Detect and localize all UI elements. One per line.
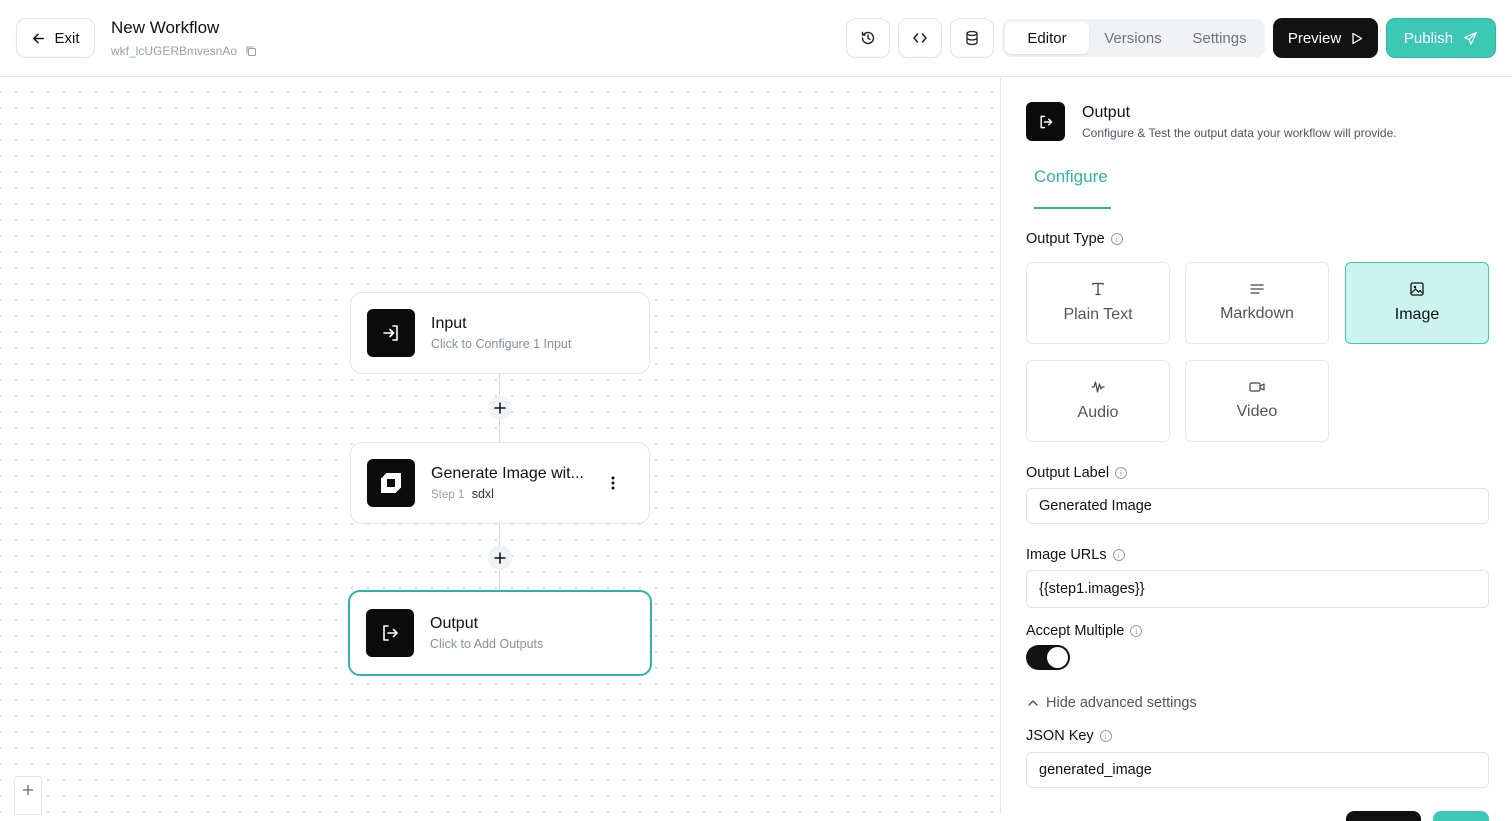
connector-line — [499, 570, 500, 592]
output-label-label: Output Label i — [1026, 465, 1128, 481]
node-title: Input — [431, 315, 467, 332]
accept-multiple-label-text: Accept Multiple — [1026, 623, 1125, 639]
info-icon[interactable]: i — [1130, 625, 1143, 637]
output-label-input[interactable]: Generated Image — [1026, 488, 1489, 524]
workflow-id-text: wkf_lcUGERBmvesnAo — [111, 44, 238, 58]
node-model: sdxl — [471, 487, 494, 501]
exit-label: Exit — [54, 29, 80, 47]
database-button[interactable] — [950, 18, 994, 58]
image-urls-label: Image URLs i — [1026, 547, 1125, 563]
add-step-button[interactable] — [488, 546, 512, 570]
image-urls-input[interactable]: {{step1.images}} — [1026, 570, 1489, 608]
node-step: Step 1 — [431, 489, 465, 501]
workflow-title: New Workflow — [111, 18, 220, 37]
type-video[interactable]: Video — [1185, 360, 1329, 442]
markdown-icon — [1250, 284, 1264, 294]
info-icon[interactable]: i — [1110, 233, 1123, 245]
info-icon[interactable]: i — [1112, 549, 1125, 561]
image-icon — [1410, 282, 1424, 296]
generate-image-node[interactable]: Generate Image wit... Step 1 sdxl — [350, 442, 650, 524]
text-icon — [1092, 282, 1104, 296]
tab-versions[interactable]: Versions — [1089, 22, 1177, 54]
zoom-in-button[interactable] — [14, 776, 42, 804]
chevron-up-icon — [1028, 700, 1038, 706]
output-type-label: Output Type i — [1026, 231, 1123, 247]
type-image[interactable]: Image — [1345, 262, 1489, 344]
zoom-out-button[interactable] — [14, 803, 42, 815]
type-label: Image — [1394, 306, 1440, 323]
history-button[interactable] — [846, 18, 890, 58]
accept-multiple-toggle[interactable] — [1026, 645, 1070, 670]
audio-icon — [1091, 381, 1105, 393]
output-icon — [1026, 102, 1065, 141]
output-node[interactable]: Output Click to Add Outputs — [348, 590, 652, 676]
history-icon — [861, 31, 875, 45]
accept-multiple-label: Accept Multiple i — [1026, 623, 1143, 639]
hide-advanced-label: Hide advanced settings — [1046, 695, 1197, 711]
panel-secondary-button[interactable] — [1346, 811, 1421, 821]
view-tabs: Editor Versions Settings — [1002, 19, 1265, 57]
input-node[interactable]: Input Click to Configure 1 Input — [350, 292, 650, 374]
publish-label: Publish — [1403, 29, 1454, 47]
play-icon — [1352, 32, 1363, 44]
preview-button[interactable]: Preview — [1273, 18, 1378, 58]
config-panel: Output Configure & Test the output data … — [1000, 78, 1512, 821]
type-audio[interactable]: Audio — [1026, 360, 1170, 442]
tab-settings[interactable]: Settings — [1177, 22, 1262, 54]
add-step-button[interactable] — [488, 396, 512, 420]
tab-configure[interactable]: Configure — [1034, 167, 1108, 187]
type-markdown[interactable]: Markdown — [1185, 262, 1329, 344]
exit-button[interactable]: Exit — [16, 18, 95, 58]
image-urls-label-text: Image URLs — [1026, 547, 1107, 563]
preview-label: Preview — [1287, 29, 1342, 47]
workflow-id: wkf_lcUGERBmvesnAo — [111, 44, 257, 58]
panel-description: Configure & Test the output data your wo… — [1082, 126, 1397, 140]
plus-icon — [23, 785, 33, 795]
toggle-knob — [1047, 647, 1068, 668]
type-label: Video — [1236, 403, 1278, 420]
info-icon[interactable]: i — [1115, 467, 1128, 479]
node-subtitle: Click to Add Outputs — [430, 637, 544, 651]
arrow-left-icon — [33, 33, 45, 43]
output-label-label-text: Output Label — [1026, 465, 1110, 481]
copy-icon[interactable] — [245, 45, 257, 57]
plus-icon — [494, 552, 506, 564]
json-key-input[interactable]: generated_image — [1026, 752, 1489, 788]
tab-underline — [1034, 207, 1111, 209]
output-type-label-text: Output Type — [1026, 231, 1105, 247]
workflow-canvas[interactable]: Input Click to Configure 1 Input Generat… — [0, 78, 1000, 814]
panel-title: Output — [1082, 104, 1131, 121]
tab-editor[interactable]: Editor — [1005, 22, 1089, 54]
json-key-label: JSON Key i — [1026, 728, 1112, 744]
top-bar: Exit New Workflow wkf_lcUGERBmvesnAo Edi… — [0, 0, 1512, 77]
info-icon[interactable]: i — [1099, 730, 1112, 742]
type-plain-text[interactable]: Plain Text — [1026, 262, 1170, 344]
node-title: Output — [430, 615, 479, 632]
type-label: Markdown — [1220, 305, 1294, 322]
type-label: Plain Text — [1063, 306, 1133, 323]
publish-button[interactable]: Publish — [1386, 18, 1496, 58]
input-icon — [367, 309, 415, 357]
panel-primary-button[interactable] — [1433, 811, 1489, 821]
output-icon — [366, 609, 414, 657]
more-options-icon[interactable] — [603, 473, 623, 493]
send-icon — [1463, 31, 1478, 45]
node-title: Generate Image wit... — [431, 465, 584, 482]
json-key-label-text: JSON Key — [1026, 728, 1094, 744]
code-icon — [913, 33, 927, 43]
generate-image-icon — [367, 459, 415, 507]
code-button[interactable] — [898, 18, 942, 58]
hide-advanced-settings[interactable]: Hide advanced settings — [1028, 695, 1197, 711]
database-icon — [966, 30, 978, 46]
video-icon — [1249, 382, 1265, 392]
connector-line — [499, 420, 500, 444]
node-subtitle: Click to Configure 1 Input — [431, 337, 572, 351]
plus-icon — [494, 402, 506, 414]
node-subtitle: Step 1 sdxl — [431, 487, 584, 501]
type-label: Audio — [1077, 404, 1119, 421]
